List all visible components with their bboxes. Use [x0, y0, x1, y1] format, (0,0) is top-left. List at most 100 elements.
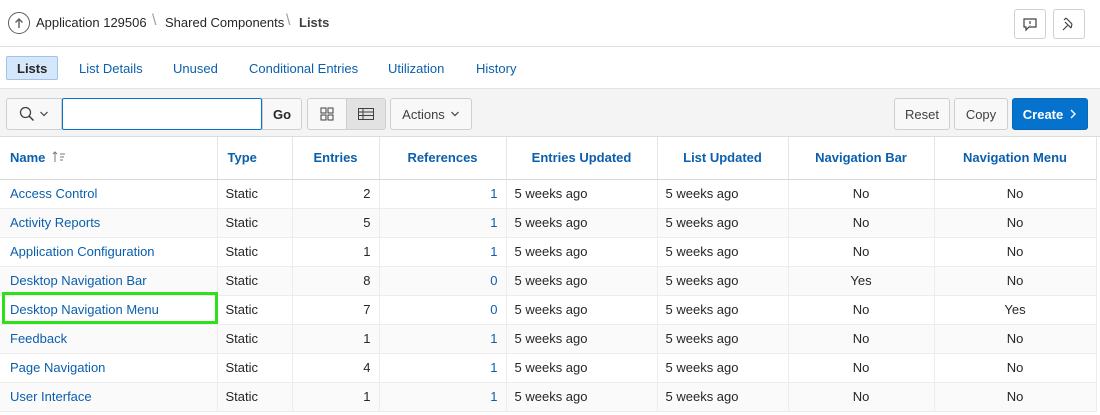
list-navigation-bar: No: [788, 179, 935, 209]
list-entries-updated: 5 weeks ago: [506, 237, 658, 267]
column-header-navigation-menu[interactable]: Navigation Menu: [934, 137, 1097, 180]
lists-table: Name Type Entries References Entries Upd…: [0, 137, 1097, 412]
column-header-list-updated[interactable]: List Updated: [657, 137, 789, 180]
tab-conditional-entries[interactable]: Conditional Entries: [239, 56, 368, 80]
list-references-link[interactable]: 1: [379, 237, 507, 267]
create-label: Create: [1022, 106, 1064, 122]
list-navigation-menu: No: [934, 208, 1097, 238]
list-entries: 1: [292, 324, 380, 354]
up-arrow-icon[interactable]: [8, 12, 30, 34]
table-row: Access Control Static 2 1 5 weeks ago 5 …: [0, 179, 1097, 209]
table-row: Desktop Navigation Bar Static 8 0 5 week…: [0, 266, 1097, 296]
list-updated: 5 weeks ago: [657, 324, 789, 354]
list-entries: 4: [292, 353, 380, 383]
list-name-link[interactable]: Feedback: [0, 324, 218, 354]
chevron-down-icon: [450, 111, 459, 117]
list-name-link[interactable]: Desktop Navigation Menu: [0, 295, 218, 325]
list-name-link[interactable]: Desktop Navigation Bar: [0, 266, 218, 296]
report-view-button[interactable]: [346, 98, 386, 130]
list-navigation-bar: No: [788, 324, 935, 354]
list-name-link[interactable]: Page Navigation: [0, 353, 218, 383]
breadcrumb-shared-components[interactable]: Shared Components: [165, 15, 284, 30]
table-row: Feedback Static 1 1 5 weeks ago 5 weeks …: [0, 324, 1097, 354]
list-references-link[interactable]: 0: [379, 295, 507, 325]
list-entries: 2: [292, 179, 380, 209]
breadcrumb-application[interactable]: Application 129506: [36, 15, 147, 30]
list-updated: 5 weeks ago: [657, 295, 789, 325]
grid-icon: [320, 107, 334, 121]
list-name-link[interactable]: Application Configuration: [0, 237, 218, 267]
table-row: User Interface Static 1 1 5 weeks ago 5 …: [0, 382, 1097, 412]
tab-history[interactable]: History: [466, 56, 526, 80]
list-references-link[interactable]: 1: [379, 324, 507, 354]
list-entries-updated: 5 weeks ago: [506, 266, 658, 296]
list-entries: 8: [292, 266, 380, 296]
list-navigation-bar: No: [788, 295, 935, 325]
search-icon: [19, 106, 35, 122]
create-button[interactable]: Create: [1012, 98, 1088, 130]
lists-report: Name Type Entries References Entries Upd…: [0, 137, 1100, 412]
column-header-type[interactable]: Type: [217, 137, 293, 180]
page-header: Application 129506 \ Shared Components \…: [0, 0, 1100, 47]
go-button[interactable]: Go: [262, 98, 302, 130]
feedback-button[interactable]: [1014, 9, 1046, 39]
column-header-name[interactable]: Name: [0, 137, 218, 180]
list-entries: 5: [292, 208, 380, 238]
table-row: Application Configuration Static 1 1 5 w…: [0, 237, 1097, 267]
list-type: Static: [217, 382, 293, 412]
report-toolbar: Go Actions Reset Copy Create: [0, 88, 1100, 137]
list-updated: 5 weeks ago: [657, 179, 789, 209]
list-type: Static: [217, 295, 293, 325]
list-entries-updated: 5 weeks ago: [506, 324, 658, 354]
list-references-link[interactable]: 1: [379, 353, 507, 383]
column-header-entries-updated[interactable]: Entries Updated: [506, 137, 658, 180]
reset-button[interactable]: Reset: [894, 98, 950, 130]
list-navigation-bar: No: [788, 353, 935, 383]
list-navigation-bar: Yes: [788, 266, 935, 296]
tab-unused[interactable]: Unused: [163, 56, 228, 80]
table-row: Page Navigation Static 4 1 5 weeks ago 5…: [0, 353, 1097, 383]
copy-button[interactable]: Copy: [954, 98, 1008, 130]
table-row: Activity Reports Static 5 1 5 weeks ago …: [0, 208, 1097, 238]
list-navigation-menu: No: [934, 382, 1097, 412]
list-type: Static: [217, 179, 293, 209]
breadcrumb-current: Lists: [299, 15, 330, 30]
list-name-link[interactable]: Access Control: [0, 179, 218, 209]
list-references-link[interactable]: 1: [379, 179, 507, 209]
search-column-selector[interactable]: [6, 98, 62, 130]
list-updated: 5 weeks ago: [657, 208, 789, 238]
list-type: Static: [217, 324, 293, 354]
table-icon: [358, 108, 374, 120]
actions-menu-button[interactable]: Actions: [390, 98, 472, 130]
pin-button[interactable]: [1053, 9, 1085, 39]
column-header-entries[interactable]: Entries: [292, 137, 380, 180]
list-navigation-menu: Yes: [934, 295, 1097, 325]
list-updated: 5 weeks ago: [657, 382, 789, 412]
list-entries-updated: 5 weeks ago: [506, 353, 658, 383]
icon-view-button[interactable]: [307, 98, 347, 130]
list-entries-updated: 5 weeks ago: [506, 208, 658, 238]
tab-utilization[interactable]: Utilization: [378, 56, 454, 80]
tab-lists[interactable]: Lists: [6, 56, 59, 80]
column-header-navigation-bar[interactable]: Navigation Bar: [788, 137, 935, 180]
list-navigation-menu: No: [934, 353, 1097, 383]
column-header-references[interactable]: References: [379, 137, 507, 180]
list-references-link[interactable]: 1: [379, 208, 507, 238]
list-entries: 7: [292, 295, 380, 325]
list-references-link[interactable]: 0: [379, 266, 507, 296]
feedback-icon: [1023, 18, 1037, 32]
list-entries-updated: 5 weeks ago: [506, 179, 658, 209]
list-entries-updated: 5 weeks ago: [506, 382, 658, 412]
list-references-link[interactable]: 1: [379, 382, 507, 412]
list-navigation-bar: No: [788, 382, 935, 412]
actions-label: Actions: [402, 106, 445, 122]
sort-ascending-icon: [52, 151, 66, 163]
tab-list-details[interactable]: List Details: [69, 56, 153, 80]
list-name-link[interactable]: Activity Reports: [0, 208, 218, 238]
list-entries: 1: [292, 237, 380, 267]
pin-icon: [1062, 17, 1073, 31]
list-entries-updated: 5 weeks ago: [506, 295, 658, 325]
list-name-link[interactable]: User Interface: [0, 382, 218, 412]
search-input[interactable]: [62, 98, 262, 130]
table-header-row: Name Type Entries References Entries Upd…: [0, 137, 1097, 180]
